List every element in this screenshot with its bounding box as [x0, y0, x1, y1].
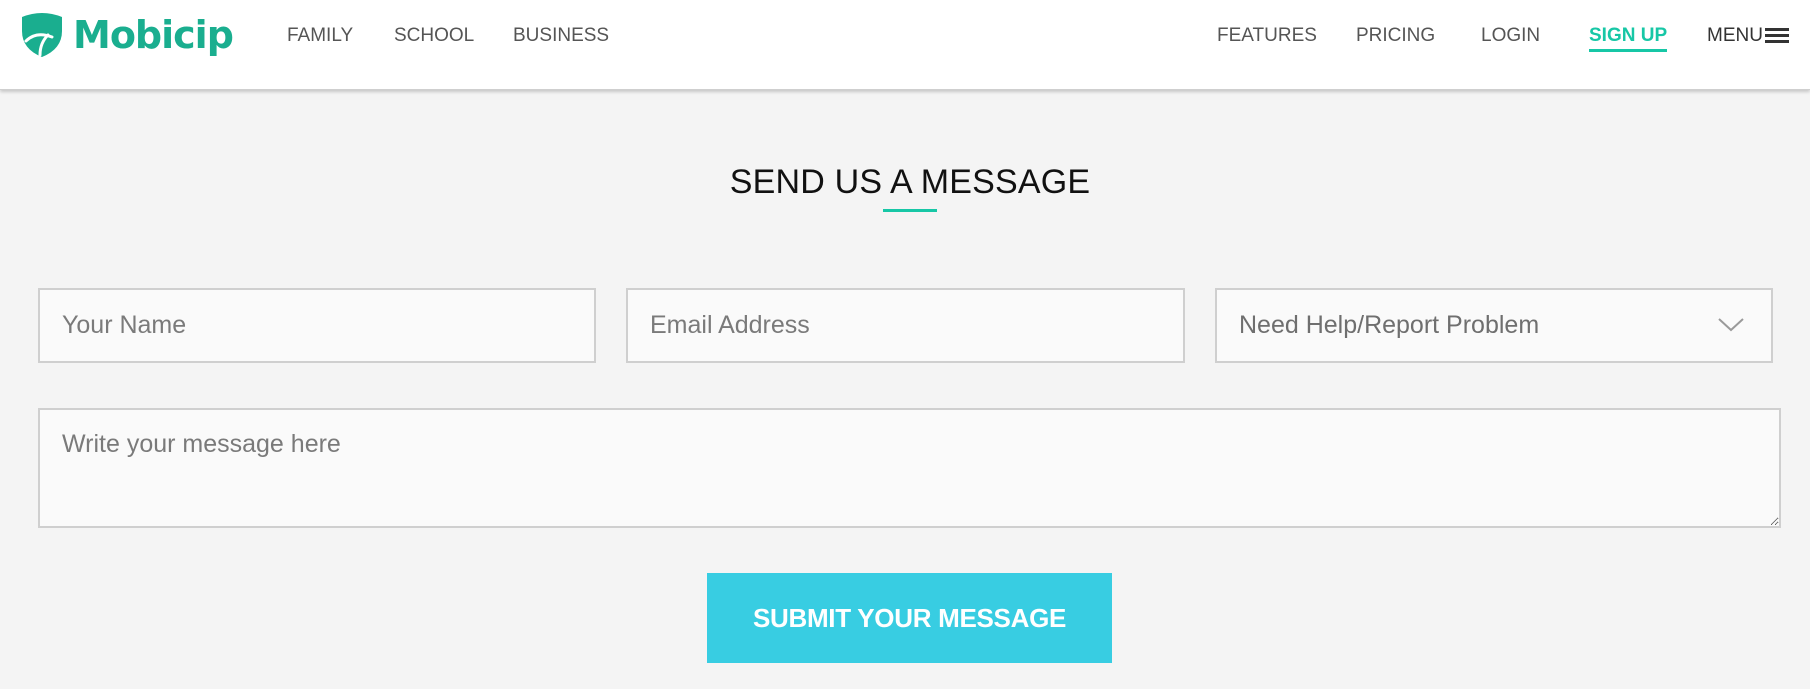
email-input[interactable] — [626, 288, 1185, 363]
nav-family[interactable]: FAMILY — [287, 24, 353, 48]
name-input[interactable] — [38, 288, 596, 363]
hamburger-icon — [1764, 28, 1789, 44]
title-underline — [883, 209, 937, 212]
submit-button[interactable]: SUBMIT YOUR MESSAGE — [707, 573, 1112, 663]
brand-logo[interactable]: Mobicip — [18, 9, 234, 61]
brand-name: Mobicip — [73, 13, 234, 57]
nav-business[interactable]: BUSINESS — [513, 24, 609, 48]
nav-signup[interactable]: SIGN UP — [1589, 24, 1668, 52]
site-header: Mobicip FAMILY SCHOOL BUSINESS FEATURES … — [0, 0, 1810, 90]
nav-school[interactable]: SCHOOL — [394, 24, 474, 48]
topic-select[interactable]: Need Help/Report Problem — [1215, 288, 1773, 363]
topic-select-value: Need Help/Report Problem — [1239, 311, 1540, 339]
nav-features[interactable]: FEATURES — [1217, 24, 1317, 48]
menu-button[interactable]: MENU — [1707, 24, 1789, 48]
nav-pricing[interactable]: PRICING — [1356, 24, 1435, 48]
chevron-down-icon — [1718, 318, 1744, 332]
nav-login[interactable]: LOGIN — [1481, 24, 1540, 48]
shield-logo-icon — [22, 13, 62, 57]
section-title: SEND US A MESSAGE — [729, 163, 1091, 201]
message-textarea[interactable] — [38, 408, 1781, 528]
menu-label: MENU — [1707, 25, 1763, 46]
